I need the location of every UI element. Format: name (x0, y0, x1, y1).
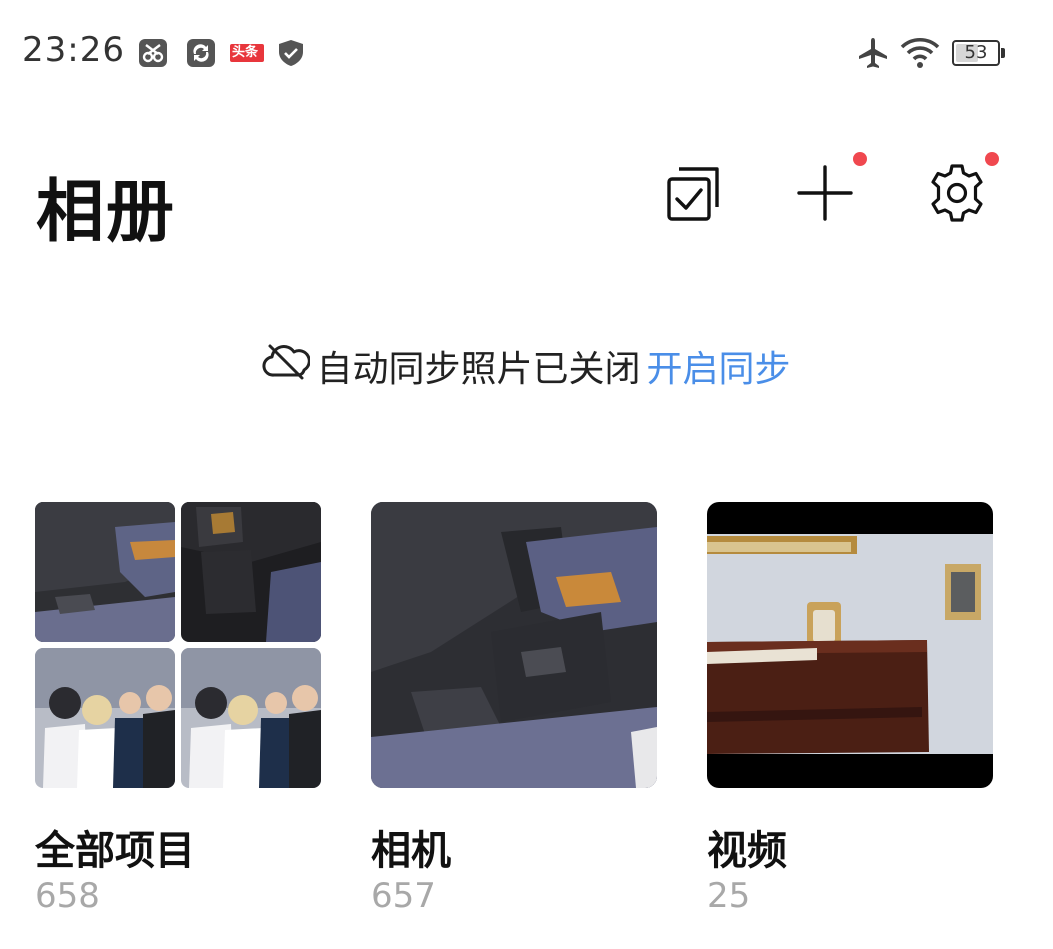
collage-photo (181, 648, 321, 788)
album-cover-collage (35, 502, 321, 788)
battery-level: 53 (964, 42, 988, 63)
gear-icon (926, 162, 988, 228)
battery-tip (1001, 48, 1005, 58)
album-camera[interactable]: 相机 657 (371, 502, 657, 916)
sync-notice: 自动同步照片已关闭 开启同步 (0, 340, 1053, 392)
cloud-off-icon (262, 342, 312, 391)
add-album-button[interactable] (790, 160, 860, 230)
album-count: 658 (35, 876, 100, 916)
plus-icon (795, 163, 855, 227)
status-time: 23:26 (22, 30, 125, 70)
collage-photo (181, 502, 321, 642)
battery-indicator: 53 (952, 40, 1000, 66)
album-name: 视频 (707, 828, 787, 874)
shield-icon (276, 38, 306, 68)
wifi-icon (900, 36, 940, 74)
page-title: 相册 (36, 173, 177, 252)
status-bar: 23:26 头条 53 (0, 0, 1053, 100)
scissors-app-icon (138, 38, 168, 68)
toutiao-badge-text: 头条 (232, 45, 259, 60)
album-cover-video (707, 502, 993, 788)
album-count: 657 (371, 876, 436, 916)
airplane-mode-icon (856, 36, 890, 74)
enable-sync-link[interactable]: 开启同步 (647, 340, 791, 392)
album-name: 全部项目 (35, 828, 195, 874)
settings-notification-dot (985, 152, 999, 166)
add-notification-dot (853, 152, 867, 166)
select-multiple-icon (663, 163, 723, 227)
collage-photo (35, 502, 175, 642)
album-all-items[interactable]: 全部项目 658 (35, 502, 321, 916)
select-button[interactable] (658, 160, 728, 230)
album-videos[interactable]: 视频 25 (707, 502, 993, 916)
toutiao-app-icon: 头条 (230, 38, 264, 68)
album-count: 25 (707, 876, 751, 916)
collage-photo (35, 648, 175, 788)
settings-button[interactable] (922, 160, 992, 230)
sync-status-text: 自动同步照片已关闭 (316, 349, 641, 390)
album-cover-photo (371, 502, 657, 788)
album-name: 相机 (371, 828, 451, 874)
sync-app-icon (186, 38, 216, 68)
